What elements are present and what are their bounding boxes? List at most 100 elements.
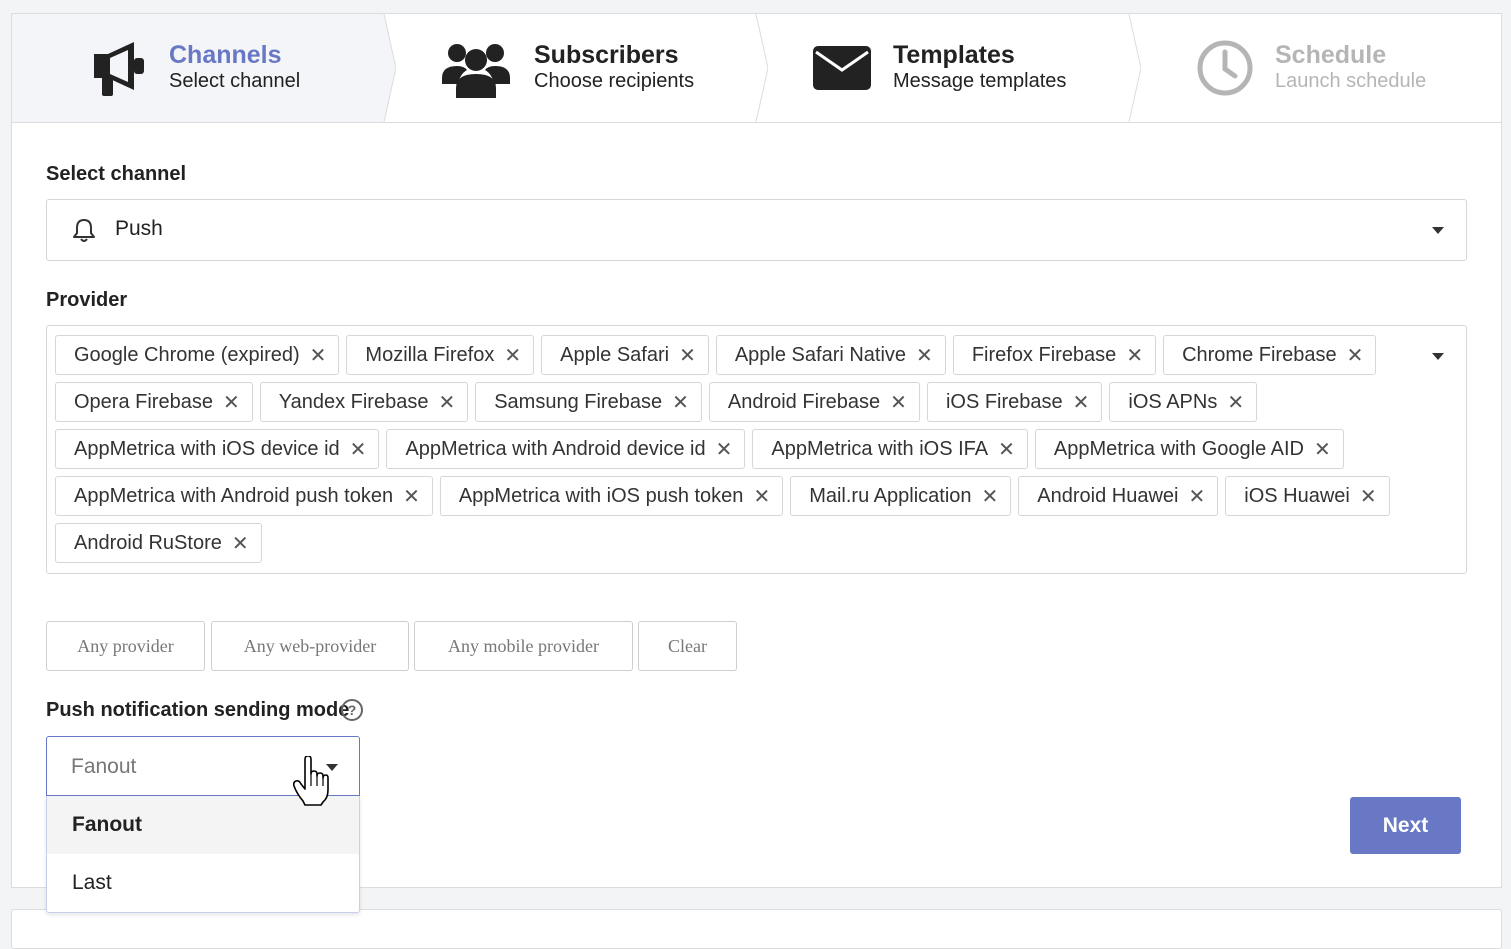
step-separator xyxy=(372,14,396,122)
provider-tag-label: AppMetrica with iOS push token xyxy=(458,484,744,507)
remove-tag-icon[interactable]: ✕ xyxy=(232,531,249,556)
provider-tag-label: Opera Firebase xyxy=(74,390,213,413)
step-subscribers[interactable]: Subscribers Choose recipients xyxy=(384,14,768,122)
clock-icon xyxy=(1197,40,1253,101)
remove-tag-icon[interactable]: ✕ xyxy=(1314,437,1331,462)
step-subtitle: Choose recipients xyxy=(534,70,695,92)
remove-tag-icon[interactable]: ✕ xyxy=(223,390,240,415)
chevron-down-icon[interactable] xyxy=(1432,227,1444,234)
mode-dropdown: Fanout Last xyxy=(46,796,360,913)
envelope-icon xyxy=(813,46,871,95)
remove-tag-icon[interactable]: ✕ xyxy=(403,484,420,509)
next-button[interactable]: Next xyxy=(1350,797,1461,854)
provider-tag: iOS Firebase ✕ xyxy=(926,382,1103,422)
channel-label: Select channel xyxy=(46,163,187,185)
step-text: Subscribers Choose recipients xyxy=(534,41,694,93)
remove-tag-icon[interactable]: ✕ xyxy=(890,390,907,415)
provider-tag-label: iOS Huawei xyxy=(1244,484,1350,507)
step-title: Schedule xyxy=(1275,41,1387,69)
provider-tag: Firefox Firebase ✕ xyxy=(952,335,1157,375)
provider-tag: iOS Huawei ✕ xyxy=(1225,476,1390,516)
chevron-down-icon[interactable] xyxy=(1432,353,1444,360)
step-templates[interactable]: Templates Message templates xyxy=(756,14,1141,122)
provider-tag-label: AppMetrica with Android device id xyxy=(405,437,706,460)
provider-tag-label: Mail.ru Application xyxy=(809,484,972,507)
bell-icon xyxy=(73,218,95,247)
remove-tag-icon[interactable]: ✕ xyxy=(679,343,696,368)
remove-tag-icon[interactable]: ✕ xyxy=(1347,343,1364,368)
step-subtitle: Message templates xyxy=(893,70,1067,92)
any-mobile-provider-button[interactable]: Any mobile provider xyxy=(414,621,633,671)
remove-tag-icon[interactable]: ✕ xyxy=(753,484,770,509)
remove-tag-icon[interactable]: ✕ xyxy=(1126,343,1143,368)
provider-tags: Google Chrome (expired) ✕ Mozilla Firefox ✕… xyxy=(55,335,1415,563)
step-text: Templates Message templates xyxy=(893,41,1066,93)
step-title: Channels xyxy=(169,41,282,69)
provider-tag: Chrome Firebase ✕ xyxy=(1163,335,1377,375)
provider-tag-label: Mozilla Firefox xyxy=(365,343,495,366)
provider-tag: AppMetrica with Google AID ✕ xyxy=(1034,429,1344,469)
remove-tag-icon[interactable]: ✕ xyxy=(438,390,455,415)
provider-tag-label: Apple Safari Native xyxy=(734,343,907,366)
provider-tag: AppMetrica with iOS device id ✕ xyxy=(55,429,380,469)
channel-value: Push xyxy=(115,217,163,240)
provider-tag-label: iOS APNs xyxy=(1128,390,1218,413)
remove-tag-icon[interactable]: ✕ xyxy=(1360,484,1377,509)
step-channels[interactable]: Channels Select channel xyxy=(12,14,396,122)
hand-cursor-icon xyxy=(292,755,329,811)
provider-tag: AppMetrica with iOS push token ✕ xyxy=(439,476,784,516)
provider-tag: AppMetrica with Android push token ✕ xyxy=(55,476,433,516)
provider-tag: Google Chrome (expired) ✕ xyxy=(55,335,340,375)
step-separator xyxy=(755,14,768,122)
provider-tag-label: AppMetrica with Google AID xyxy=(1053,437,1304,460)
any-provider-button[interactable]: Any provider xyxy=(46,621,205,671)
provider-tag: AppMetrica with iOS IFA ✕ xyxy=(752,429,1028,469)
step-text: Channels Select channel xyxy=(169,41,300,93)
clear-button[interactable]: Clear xyxy=(638,621,737,671)
remove-tag-icon[interactable]: ✕ xyxy=(350,437,367,462)
provider-tag-label: Chrome Firebase xyxy=(1182,343,1337,366)
any-web-provider-button[interactable]: Any web-provider xyxy=(211,621,409,671)
provider-tag: Opera Firebase ✕ xyxy=(55,382,253,422)
step-title: Subscribers xyxy=(534,41,679,69)
provider-tag-label: Android Huawei xyxy=(1037,484,1179,507)
provider-tag-label: Android Firebase xyxy=(727,390,881,413)
provider-tag-label: Yandex Firebase xyxy=(278,390,429,413)
step-subtitle: Launch schedule xyxy=(1275,70,1427,92)
provider-tag: AppMetrica with Android device id ✕ xyxy=(386,429,746,469)
provider-tag-label: Apple Safari xyxy=(560,343,670,366)
provider-tag-label: Samsung Firebase xyxy=(494,390,663,413)
provider-tag-label: AppMetrica with iOS device id xyxy=(74,437,340,460)
remove-tag-icon[interactable]: ✕ xyxy=(672,390,689,415)
provider-tag: Android Firebase ✕ xyxy=(708,382,920,422)
provider-tag-label: AppMetrica with iOS IFA xyxy=(771,437,989,460)
step-text: Schedule Launch schedule xyxy=(1275,41,1426,93)
step-title: Templates xyxy=(893,41,1015,69)
users-icon xyxy=(440,40,512,103)
provider-multiselect[interactable]: Google Chrome (expired) ✕ Mozilla Firefox ✕… xyxy=(46,325,1467,574)
remove-tag-icon[interactable]: ✕ xyxy=(1188,484,1205,509)
provider-tag: Android RuStore ✕ xyxy=(55,523,262,563)
provider-label: Provider xyxy=(46,289,128,311)
help-icon[interactable]: ? xyxy=(341,699,363,721)
remove-tag-icon[interactable]: ✕ xyxy=(1227,390,1244,415)
option-last[interactable]: Last xyxy=(47,854,359,912)
remove-tag-icon[interactable]: ✕ xyxy=(998,437,1015,462)
step-schedule: Schedule Launch schedule xyxy=(1129,14,1501,122)
mode-label: Push notification sending mode xyxy=(46,699,350,721)
campaign-card: Channels Select channel Subscribers Choo… xyxy=(11,13,1502,913)
step-subtitle: Select channel xyxy=(169,70,301,92)
remove-tag-icon[interactable]: ✕ xyxy=(1073,390,1090,415)
channel-select[interactable]: Push xyxy=(46,199,1467,261)
remove-tag-icon[interactable]: ✕ xyxy=(504,343,521,368)
step-separator xyxy=(1128,14,1141,122)
provider-tag: iOS APNs ✕ xyxy=(1109,382,1258,422)
provider-tag-label: iOS Firebase xyxy=(945,390,1063,413)
secondary-card xyxy=(11,909,1502,949)
remove-tag-icon[interactable]: ✕ xyxy=(716,437,733,462)
remove-tag-icon[interactable]: ✕ xyxy=(916,343,933,368)
remove-tag-icon[interactable]: ✕ xyxy=(982,484,999,509)
provider-tag: Mozilla Firefox ✕ xyxy=(346,335,535,375)
remove-tag-icon[interactable]: ✕ xyxy=(310,343,327,368)
provider-tag: Samsung Firebase ✕ xyxy=(475,382,702,422)
